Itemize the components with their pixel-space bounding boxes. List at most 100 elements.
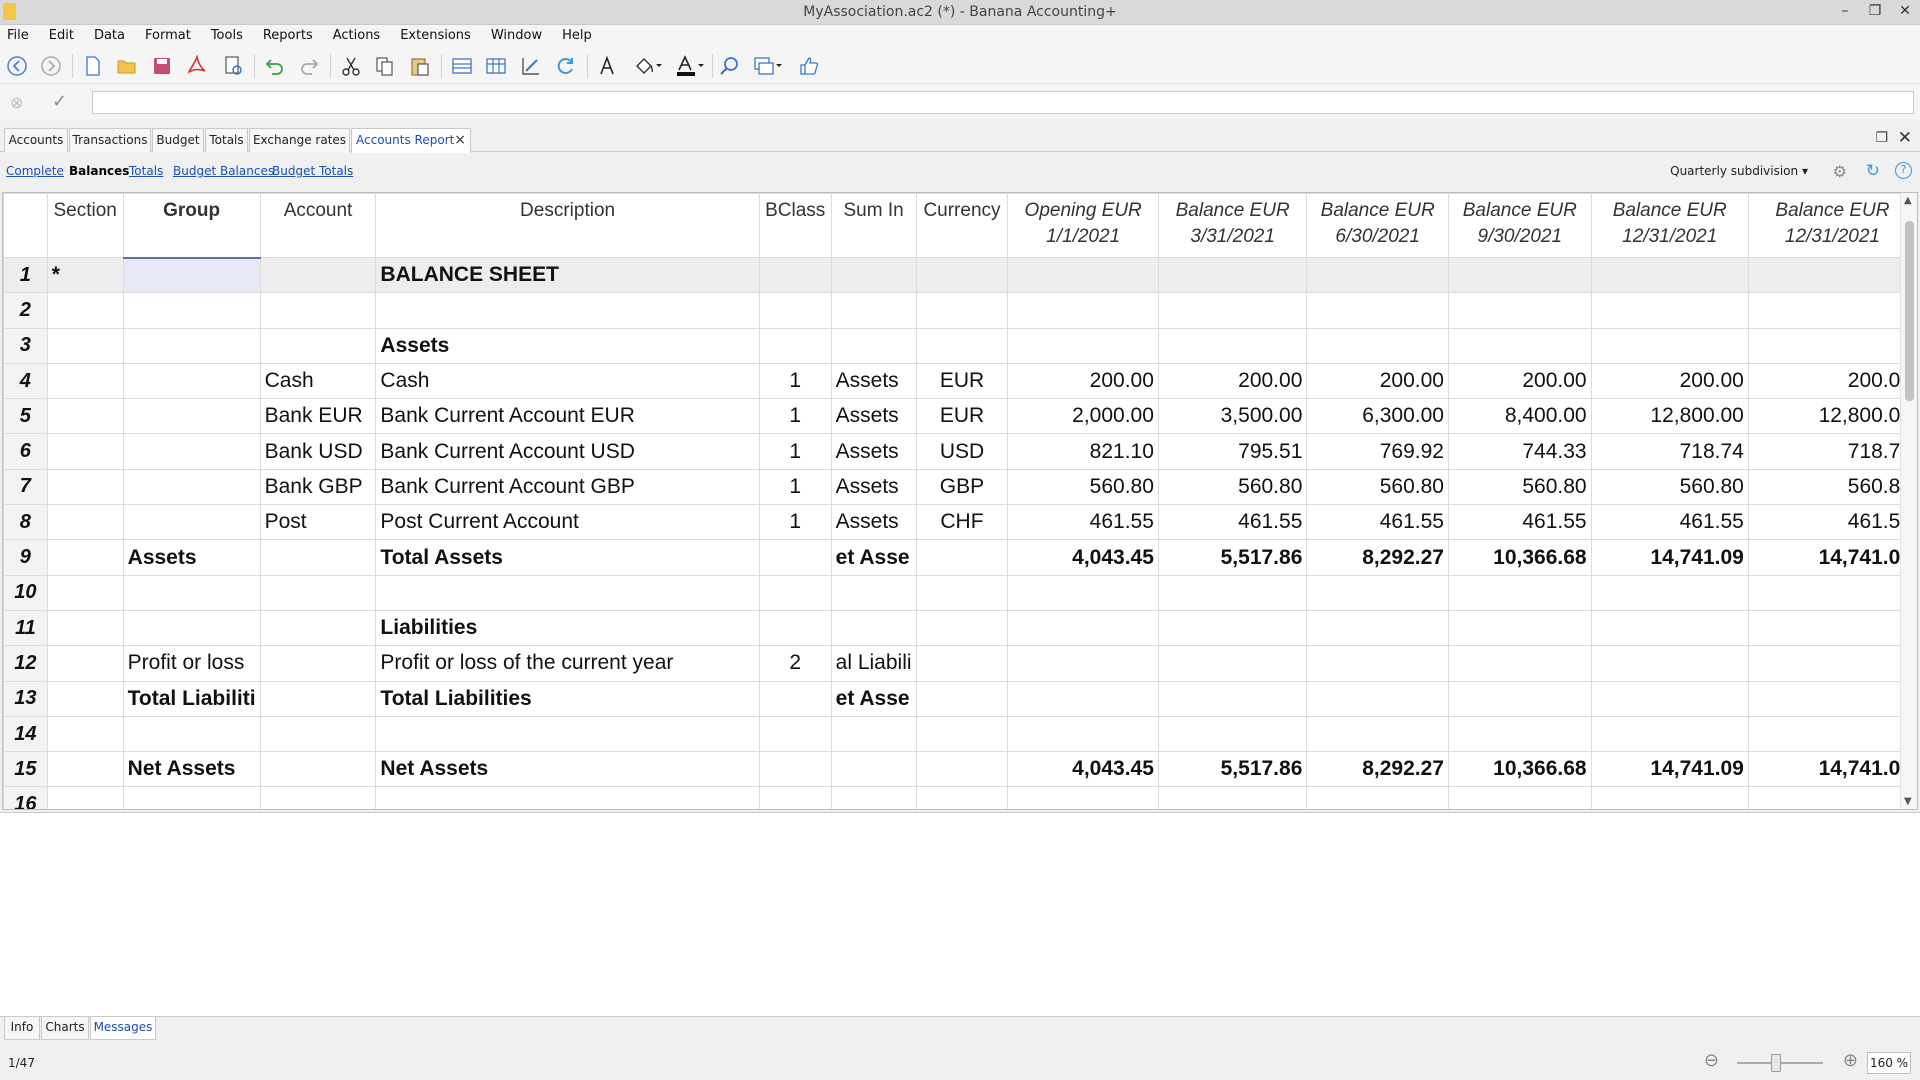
cell-balance[interactable] xyxy=(1590,327,1749,364)
cell-description[interactable]: Net Assets xyxy=(375,751,760,788)
font-icon[interactable] xyxy=(594,53,620,79)
corner-cell[interactable] xyxy=(3,193,48,258)
cell-balance[interactable] xyxy=(1447,609,1592,647)
cell-balance[interactable]: 200.00 xyxy=(1306,362,1449,400)
cell-section[interactable] xyxy=(46,680,124,717)
pdf-icon[interactable] xyxy=(184,53,210,79)
cell-opening[interactable]: 560.80 xyxy=(1007,468,1159,506)
cell-section[interactable] xyxy=(46,645,124,682)
menu-window[interactable]: Window xyxy=(491,28,542,43)
menu-help[interactable]: Help xyxy=(562,28,592,43)
cell-section[interactable] xyxy=(46,751,124,788)
paste-icon[interactable] xyxy=(407,53,433,79)
tab-transactions[interactable]: Transactions xyxy=(69,128,151,152)
cell-balance[interactable] xyxy=(1157,609,1308,647)
cell-account[interactable] xyxy=(259,645,377,682)
cell-section[interactable] xyxy=(46,539,124,576)
cell-balance[interactable]: 560.80 xyxy=(1590,468,1749,506)
cell-group[interactable] xyxy=(122,609,261,647)
cell-bclass[interactable]: 1 xyxy=(758,468,832,506)
cell-balance[interactable]: 560.80 xyxy=(1306,468,1449,506)
cancel-edit-icon[interactable]: ⊗ xyxy=(10,93,23,112)
row-number[interactable]: 16 xyxy=(3,786,48,809)
cell-currency[interactable] xyxy=(915,609,1009,647)
cell-description[interactable]: Bank Current Account USD xyxy=(375,433,760,470)
table-row[interactable]: 1 * BALANCE SHEET xyxy=(3,256,1917,294)
cell-group[interactable] xyxy=(122,292,261,329)
cell-section[interactable]: * xyxy=(46,256,124,294)
cell-balance[interactable] xyxy=(1747,609,1917,647)
cell-currency[interactable] xyxy=(915,574,1009,611)
cell-description[interactable]: Assets xyxy=(375,327,760,364)
cell-balance[interactable] xyxy=(1447,680,1592,717)
cell-bclass[interactable] xyxy=(758,715,832,753)
cell-description[interactable]: Liabilities xyxy=(375,609,760,647)
cell-currency[interactable]: EUR xyxy=(915,362,1009,400)
cell-balance[interactable]: 8,400.00 xyxy=(1447,398,1592,435)
view-totals[interactable]: Totals xyxy=(129,164,163,178)
cell-sumin[interactable]: et Asse xyxy=(830,680,917,717)
cell-balance[interactable] xyxy=(1306,574,1449,611)
table-row[interactable]: 9 Assets Total Assets et Asse 4,043.45 5,517.… xyxy=(3,539,1917,576)
cell-account[interactable] xyxy=(259,539,377,576)
cell-bclass[interactable] xyxy=(758,539,832,576)
cell-sumin[interactable]: Assets xyxy=(830,433,917,470)
cell-description[interactable]: Profit or loss of the current year xyxy=(375,645,760,682)
cell-group[interactable]: Net Assets xyxy=(122,751,261,788)
cell-balance[interactable] xyxy=(1590,292,1749,329)
cell-balance[interactable] xyxy=(1447,327,1592,364)
cell-description[interactable] xyxy=(375,292,760,329)
cell-opening[interactable]: 4,043.45 xyxy=(1007,539,1159,576)
cell-balance[interactable]: 560.80 xyxy=(1157,468,1308,506)
scroll-thumb[interactable] xyxy=(1905,221,1914,401)
cell-group[interactable]: Total Liabiliti xyxy=(122,680,261,717)
cell-account[interactable]: Bank EUR xyxy=(259,398,377,435)
col-header-currency[interactable]: Currency xyxy=(915,193,1009,258)
cell-group[interactable] xyxy=(122,362,261,400)
col-header-section[interactable]: Section xyxy=(46,193,124,258)
cell-account[interactable]: Bank USD xyxy=(259,433,377,470)
cell-balance[interactable]: 5,517.86 xyxy=(1157,539,1308,576)
cell-balance[interactable] xyxy=(1447,256,1592,294)
row-number[interactable]: 15 xyxy=(3,751,48,788)
menu-tools[interactable]: Tools xyxy=(211,28,243,43)
cell-bclass[interactable] xyxy=(758,327,832,364)
cell-account[interactable] xyxy=(259,751,377,788)
row-number[interactable]: 2 xyxy=(3,292,48,329)
cell-balance[interactable]: 461.55 xyxy=(1590,504,1749,541)
tab-accounts[interactable]: Accounts xyxy=(4,128,68,152)
cell-account[interactable]: Post xyxy=(259,504,377,541)
cell-account[interactable] xyxy=(259,574,377,611)
cell-balance[interactable] xyxy=(1747,292,1917,329)
table-row[interactable]: 2 xyxy=(3,292,1917,329)
cell-balance[interactable]: 12,800.00 xyxy=(1590,398,1749,435)
cell-bclass[interactable]: 1 xyxy=(758,433,832,470)
cell-balance[interactable]: 3,500.00 xyxy=(1157,398,1308,435)
cell-group[interactable] xyxy=(122,433,261,470)
cell-edit-input[interactable] xyxy=(92,91,1914,114)
cell-bclass[interactable] xyxy=(758,609,832,647)
cell-currency[interactable] xyxy=(915,680,1009,717)
cell-description[interactable] xyxy=(375,574,760,611)
col-header-bclass[interactable]: BClass xyxy=(758,193,832,258)
cell-group[interactable] xyxy=(122,715,261,753)
cell-section[interactable] xyxy=(46,609,124,647)
cell-balance[interactable]: 6,300.00 xyxy=(1306,398,1449,435)
thumbs-up-icon[interactable] xyxy=(796,53,822,79)
tab-budget[interactable]: Budget xyxy=(152,128,204,152)
cell-balance[interactable]: 200.00 xyxy=(1590,362,1749,400)
open-folder-icon[interactable] xyxy=(114,53,140,79)
cell-sumin[interactable] xyxy=(830,715,917,753)
cell-group[interactable]: Assets xyxy=(122,539,261,576)
cell-balance[interactable] xyxy=(1306,645,1449,682)
cell-balance[interactable] xyxy=(1590,645,1749,682)
tab-messages[interactable]: Messages xyxy=(90,1017,156,1040)
cell-opening[interactable]: 2,000.00 xyxy=(1007,398,1159,435)
minimize-icon[interactable]: – xyxy=(1830,0,1860,25)
cell-description[interactable]: Cash xyxy=(375,362,760,400)
cell-account[interactable] xyxy=(259,609,377,647)
table-columns-icon[interactable] xyxy=(483,53,509,79)
cell-balance[interactable] xyxy=(1590,256,1749,294)
view-complete[interactable]: Complete xyxy=(6,164,64,178)
cell-section[interactable] xyxy=(46,468,124,506)
